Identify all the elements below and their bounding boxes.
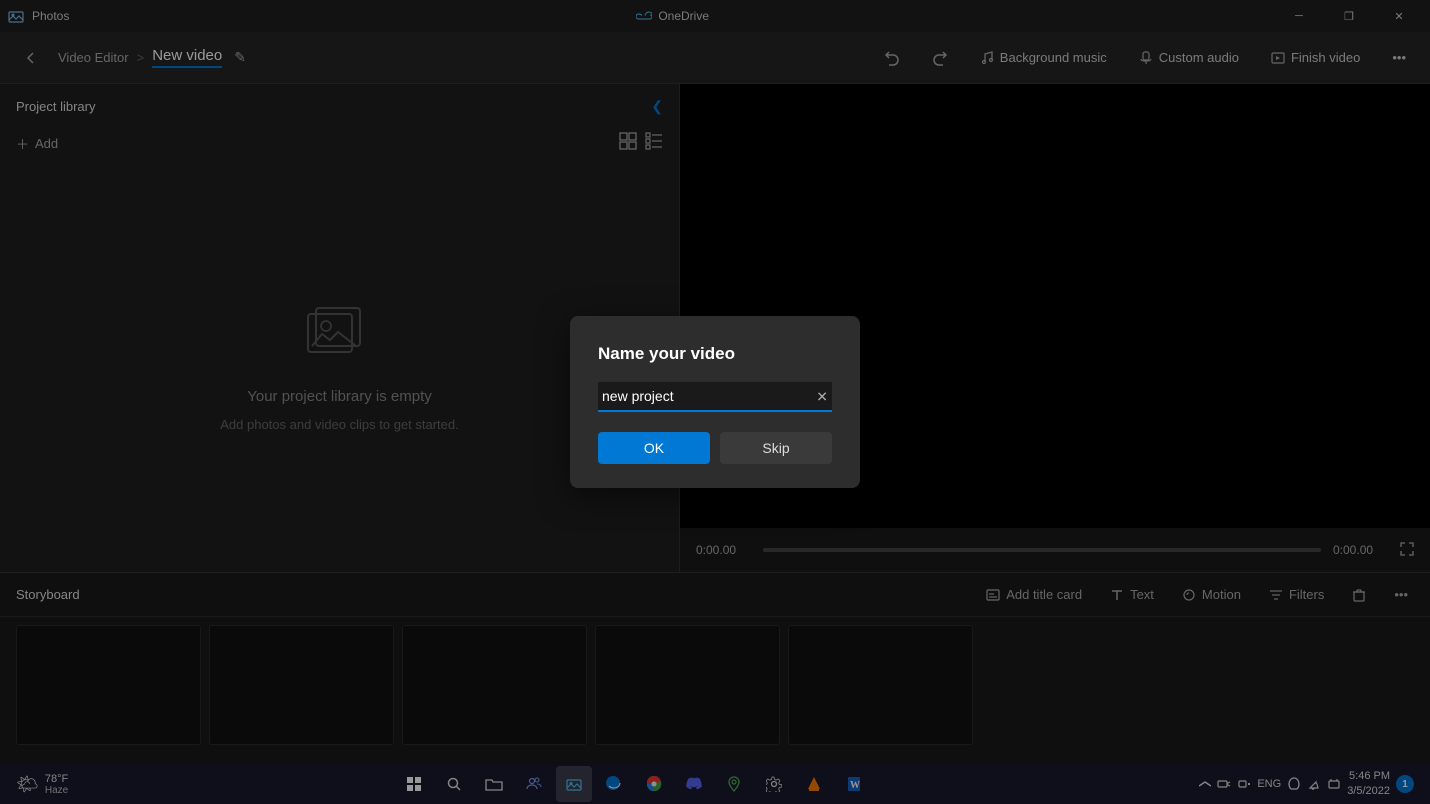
dialog-skip-button[interactable]: Skip — [720, 432, 832, 464]
dialog-input-wrap: ✕ — [598, 382, 832, 412]
name-video-dialog: Name your video ✕ OK Skip — [570, 316, 860, 488]
clear-input-button[interactable]: ✕ — [816, 389, 828, 406]
video-name-input[interactable] — [598, 382, 832, 412]
dialog-title: Name your video — [598, 344, 832, 364]
dialog-overlay: Name your video ✕ OK Skip — [0, 0, 1430, 804]
dialog-ok-button[interactable]: OK — [598, 432, 710, 464]
dialog-buttons: OK Skip — [598, 432, 832, 464]
